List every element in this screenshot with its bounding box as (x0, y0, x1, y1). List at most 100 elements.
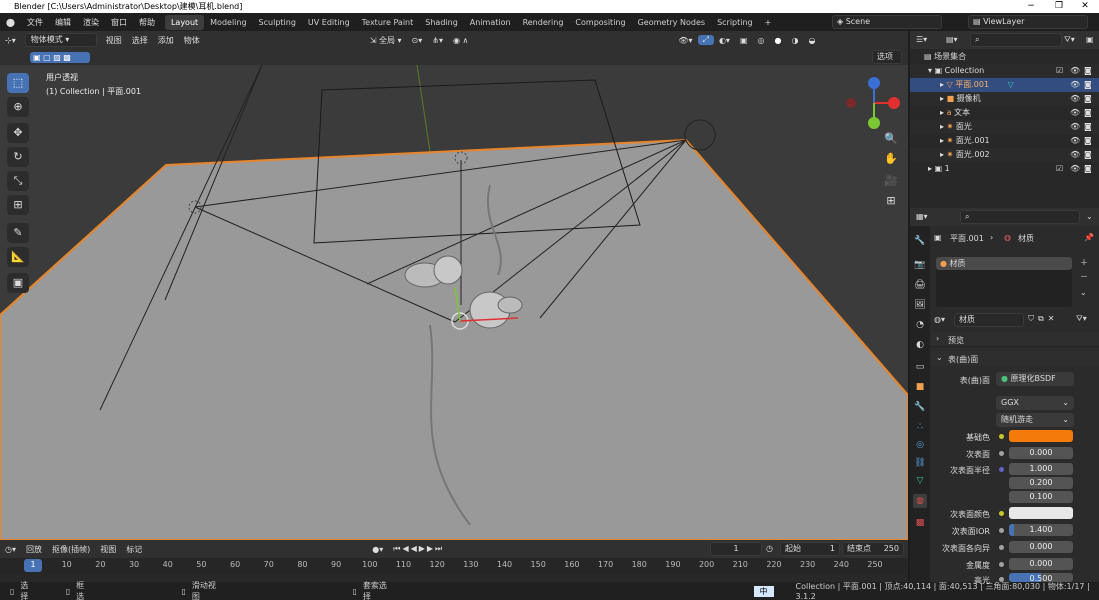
constraints-tab-icon[interactable]: ⛓ (913, 456, 927, 470)
blender-logo-icon[interactable]: ⬤ (0, 18, 21, 27)
annotate-tool-icon[interactable]: ✎ (7, 223, 29, 243)
tab-texture-paint[interactable]: Texture Paint (356, 15, 420, 30)
tab-rendering[interactable]: Rendering (517, 15, 570, 30)
object-tab-icon[interactable]: ■ (913, 380, 927, 394)
measure-tool-icon[interactable]: 📐 (7, 247, 29, 267)
outliner-editor-icon[interactable]: ☰▾ (916, 35, 927, 44)
world-tab-icon[interactable]: ◐ (913, 338, 927, 352)
tab-scripting[interactable]: Scripting (711, 15, 759, 30)
subsurface-color-swatch[interactable] (1009, 507, 1073, 519)
current-frame-field[interactable]: 1 (710, 542, 762, 556)
new-collection-icon[interactable]: ▣ (1086, 35, 1094, 44)
menu-edit[interactable]: 编辑 (49, 17, 77, 28)
subsurface-radius-x[interactable]: 1.000 (1009, 463, 1073, 475)
eye-icon[interactable]: 👁 (1070, 134, 1080, 148)
light-object[interactable] (684, 119, 716, 151)
outliner-row-light-002[interactable]: ▸ ✷ 面光.002 👁 ◙ (910, 148, 1099, 162)
menu-help[interactable]: 帮助 (133, 17, 161, 28)
orientation-dropdown[interactable]: ⇲ 全局 ▾ (365, 35, 407, 46)
visibility-icon[interactable]: 👁▾ (673, 36, 697, 45)
preview-panel-header[interactable]: › 预览 (930, 332, 1099, 347)
outliner-row-plane[interactable]: ▸ ▽ 平面.001 ▽ 👁 ◙ (910, 78, 1099, 92)
end-frame-field[interactable]: 结束点 250 (842, 542, 904, 556)
overlay-toggle-icon[interactable]: ◐▾ (714, 36, 735, 45)
add-slot-button[interactable]: ＋ (1080, 257, 1088, 268)
close-button[interactable]: ✕ (1071, 0, 1099, 13)
render-tab-icon[interactable]: 📷 (913, 258, 927, 272)
pin-icon[interactable]: 📌 (1084, 233, 1094, 242)
tool-tab-icon[interactable]: 🔧 (913, 234, 927, 248)
menu-render[interactable]: 渲染 (77, 17, 105, 28)
view-layer-tab-icon[interactable]: 🖼 (913, 298, 927, 312)
link-dropdown-icon[interactable]: ⛛▾ (1076, 314, 1087, 324)
specular-field[interactable]: 0.500 (1009, 573, 1073, 583)
render-camera-icon[interactable]: ◙ (1084, 120, 1092, 134)
eye-icon[interactable]: 👁 (1070, 106, 1080, 120)
maximize-button[interactable]: ❐ (1045, 0, 1073, 13)
subsurface-method-dropdown[interactable]: 随机游走 ⌄ (996, 413, 1074, 427)
outliner-row-camera[interactable]: ▸ ■ 摄像机 👁 ◙ (910, 92, 1099, 106)
xray-toggle-icon[interactable]: ▣ (735, 36, 753, 45)
subsurface-field[interactable]: 0.000 (1009, 447, 1073, 459)
material-browse-icon[interactable]: ◍▾ (934, 315, 945, 324)
outliner-search-input[interactable]: ⌕ (970, 33, 1062, 47)
editor-type-icon[interactable]: ⊹▾ (0, 36, 21, 45)
menu-file[interactable]: 文件 (21, 17, 49, 28)
checkbox-icon[interactable]: ☑ (1056, 162, 1063, 176)
eye-icon[interactable]: 👁 (1070, 64, 1080, 78)
menu-view[interactable]: 视图 (101, 35, 127, 46)
render-camera-icon[interactable]: ◙ (1084, 78, 1092, 92)
render-camera-icon[interactable]: ◙ (1084, 162, 1092, 176)
select-tool-icon[interactable]: ⬚ (7, 73, 29, 93)
render-camera-icon[interactable]: ◙ (1084, 106, 1092, 120)
tab-geometry-nodes[interactable]: Geometry Nodes (632, 15, 711, 30)
socket-dot-icon[interactable] (999, 434, 1004, 439)
subsurface-ior-field[interactable]: 1.400 (1009, 524, 1073, 536)
data-tab-icon[interactable]: ▽ (913, 474, 927, 488)
outliner-row-collection[interactable]: ▾ ▣ Collection ☑ 👁 ◙ (910, 64, 1099, 78)
menu-add[interactable]: 添加 (153, 35, 179, 46)
filter-icon[interactable]: ⛛▾ (1064, 35, 1075, 45)
select-mode-icons[interactable]: ▣ ▢ ▨ ▩ (30, 52, 90, 63)
render-camera-icon[interactable]: ◙ (1084, 64, 1092, 78)
snap-icon[interactable]: ⋔▾ (427, 36, 448, 45)
tab-modeling[interactable]: Modeling (204, 15, 252, 30)
navigation-gizmo[interactable] (842, 75, 902, 135)
menu-playback[interactable]: 回放 (21, 544, 47, 555)
subsurface-radius-y[interactable]: 0.200 (1009, 477, 1073, 489)
menu-keying[interactable]: 抠像(插帧) (47, 544, 95, 555)
timeline-ruler[interactable]: 1 10 20 30 40 50 60 70 80 90 100 110 120 130 140 150 160… (0, 558, 908, 574)
shading-material-icon[interactable]: ◑ (786, 36, 803, 45)
record-icon[interactable]: ●▾ (367, 545, 388, 554)
shader-selector[interactable]: ● 原理化BSDF (996, 372, 1074, 386)
render-camera-icon[interactable]: ◙ (1084, 148, 1092, 162)
mode-selector[interactable]: 物体模式 ▾ (24, 33, 97, 47)
tab-uv-editing[interactable]: UV Editing (302, 15, 356, 30)
menu-window[interactable]: 窗口 (105, 17, 133, 28)
menu-select[interactable]: 选择 (127, 35, 153, 46)
surface-panel-header[interactable]: ⌄ 表(曲)面 (930, 351, 1099, 366)
clock-icon[interactable]: ◷ (766, 544, 773, 553)
output-tab-icon[interactable]: 🖨 (913, 278, 927, 292)
material-name-field[interactable]: 材质 (954, 313, 1024, 327)
tab-shading[interactable]: Shading (419, 15, 464, 30)
menu-timeline-view[interactable]: 视图 (95, 544, 121, 555)
properties-search-input[interactable]: ⌕ (960, 210, 1080, 224)
tab-layout[interactable]: Layout (164, 14, 205, 30)
outliner-row-collection-1[interactable]: ▸ ▣ 1 ☑ 👁 ◙ (910, 162, 1099, 176)
chevron-down-icon[interactable]: ⌄ (1080, 288, 1087, 297)
zoom-icon[interactable]: 🔍 (880, 129, 902, 149)
options-dropdown[interactable]: 选项 (872, 50, 902, 64)
menu-marker[interactable]: 标记 (121, 544, 147, 555)
material-tab-icon[interactable]: ◍ (913, 494, 927, 508)
shading-solid-icon[interactable]: ● (769, 36, 786, 45)
outliner-row-light[interactable]: ▸ ✷ 面光 👁 ◙ (910, 120, 1099, 134)
move-tool-icon[interactable]: ✥ (7, 123, 29, 143)
shading-rendered-icon[interactable]: ◒ (803, 36, 820, 45)
ime-indicator[interactable]: 中 (753, 585, 774, 597)
outliner-row-text[interactable]: ▸ a 文本 👁 ◙ (910, 106, 1099, 120)
eye-icon[interactable]: 👁 (1070, 148, 1080, 162)
socket-dot-icon[interactable] (999, 511, 1004, 516)
tab-animation[interactable]: Animation (464, 15, 517, 30)
timeline-body[interactable] (0, 574, 908, 582)
